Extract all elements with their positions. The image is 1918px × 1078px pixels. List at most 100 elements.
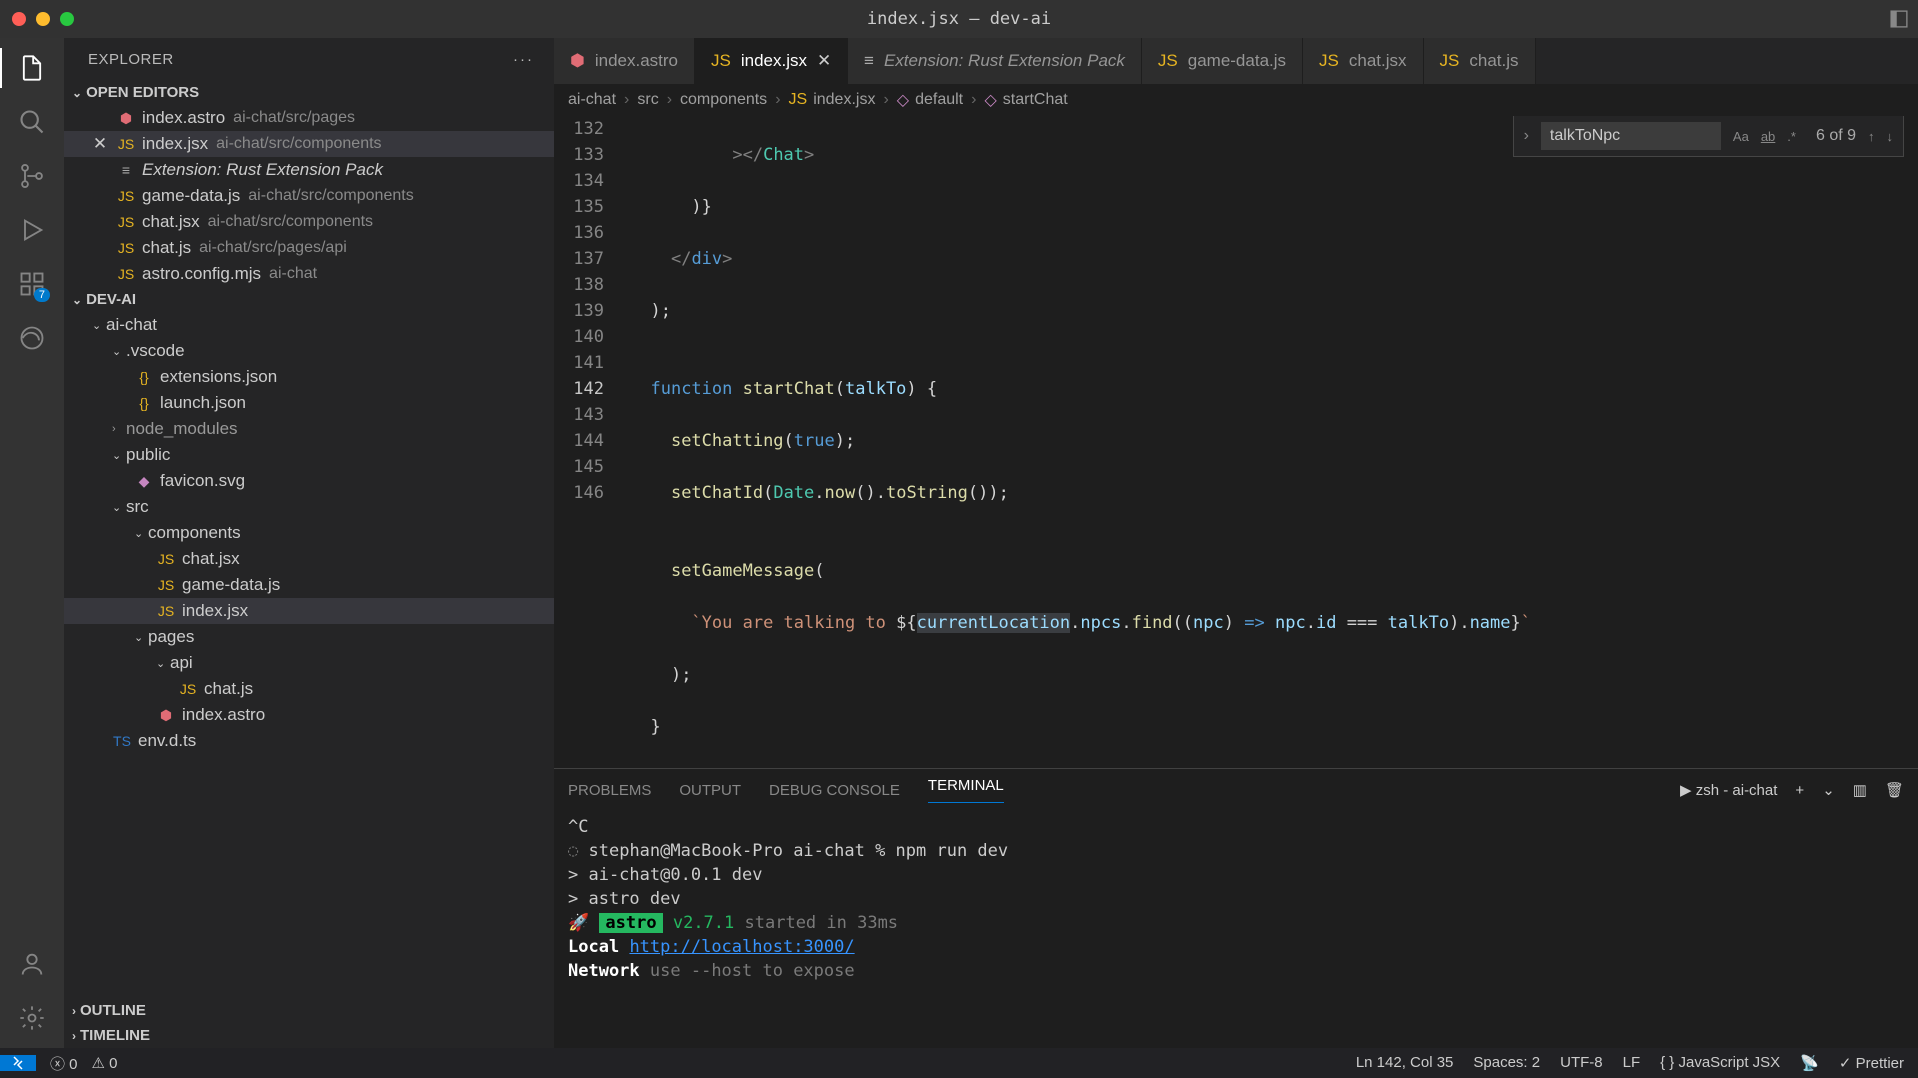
crumb[interactable]: src xyxy=(637,91,658,109)
terminal-dropdown-icon[interactable]: ⌄ xyxy=(1822,781,1835,799)
terminal-shell-picker[interactable]: ▶ zsh - ai-chat xyxy=(1680,781,1777,799)
open-editor-item[interactable]: ✕JSindex.jsxai-chat/src/components xyxy=(64,131,554,157)
crumb[interactable]: index.jsx xyxy=(813,91,875,109)
editor-tab[interactable]: JSindex.jsx✕ xyxy=(695,38,848,84)
local-label: Local xyxy=(568,937,619,957)
folder-item[interactable]: ⌄.vscode xyxy=(64,338,554,364)
folder-item[interactable]: ›node_modules xyxy=(64,416,554,442)
panel-tab-problems[interactable]: PROBLEMS xyxy=(568,782,651,799)
search-view-button[interactable] xyxy=(16,106,48,138)
sidebar-more-icon[interactable]: ··· xyxy=(513,51,534,68)
source-control-button[interactable] xyxy=(16,160,48,192)
tab-label: game-data.js xyxy=(1188,51,1286,71)
layout-controls[interactable] xyxy=(1890,10,1908,28)
editor-tab[interactable]: JSchat.jsx xyxy=(1303,38,1423,84)
open-editor-item[interactable]: JSchat.jsxai-chat/src/components xyxy=(64,209,554,235)
edge-tools-button[interactable] xyxy=(16,322,48,354)
editor-tabs: ⬢index.astro JSindex.jsx✕ ≡Extension: Ru… xyxy=(554,38,1918,84)
open-editor-item[interactable]: JSgame-data.jsai-chat/src/components xyxy=(64,183,554,209)
open-editor-item[interactable]: JSastro.config.mjsai-chat xyxy=(64,261,554,287)
editor-tab[interactable]: ≡Extension: Rust Extension Pack xyxy=(848,38,1142,84)
project-section[interactable]: ⌄DEV-AI xyxy=(64,287,554,312)
open-editor-item[interactable]: ⬢index.astroai-chat/src/pages xyxy=(64,105,554,131)
window-title: index.jsx — dev-ai xyxy=(867,9,1051,29)
run-debug-button[interactable] xyxy=(16,214,48,246)
crumb[interactable]: startChat xyxy=(1003,91,1068,109)
code-editor[interactable]: › Aa ab .* 6 of 9 ↑ ↓ 132133134135136137… xyxy=(554,116,1918,768)
window-controls xyxy=(12,12,74,26)
panel-tab-terminal[interactable]: TERMINAL xyxy=(928,777,1004,803)
open-editor-item[interactable]: JSchat.jsai-chat/src/pages/api xyxy=(64,235,554,261)
encoding[interactable]: UTF-8 xyxy=(1560,1054,1603,1072)
tab-label: index.astro xyxy=(595,51,678,71)
folder-item[interactable]: ⌄pages xyxy=(64,624,554,650)
terminal-line: > astro dev xyxy=(568,889,681,909)
outline-section[interactable]: ›OUTLINE xyxy=(64,998,554,1023)
status-warnings[interactable]: ⚠ 0 xyxy=(92,1054,118,1072)
open-editor-item[interactable]: ≡Extension: Rust Extension Pack xyxy=(64,157,554,183)
maximize-window-button[interactable] xyxy=(60,12,74,26)
file-path: ai-chat/src/pages/api xyxy=(199,239,347,257)
eol[interactable]: LF xyxy=(1623,1054,1641,1072)
breadcrumbs[interactable]: ai-chat› src› components› JS index.jsx› … xyxy=(554,84,1918,116)
split-terminal-icon[interactable]: ▥ xyxy=(1853,781,1867,799)
file-name: Extension: Rust Extension Pack xyxy=(142,160,383,180)
panel-tab-debug[interactable]: DEBUG CONSOLE xyxy=(769,782,900,799)
prettier-status[interactable]: ✓ Prettier xyxy=(1839,1054,1904,1072)
file-item[interactable]: {}launch.json xyxy=(64,390,554,416)
settings-button[interactable] xyxy=(16,1002,48,1034)
folder-item[interactable]: ⌄public xyxy=(64,442,554,468)
astro-badge: astro xyxy=(599,913,662,933)
titlebar: index.jsx — dev-ai xyxy=(0,0,1918,38)
panel-tab-output[interactable]: OUTPUT xyxy=(679,782,741,799)
close-tab-icon[interactable]: ✕ xyxy=(817,51,831,71)
file-item[interactable]: TSenv.d.ts xyxy=(64,728,554,754)
terminal-output[interactable]: ^C ◌ stephan@MacBook-Pro ai-chat % npm r… xyxy=(554,811,1918,1048)
folder-item[interactable]: ⌄ai-chat xyxy=(64,312,554,338)
file-item[interactable]: ◆favicon.svg xyxy=(64,468,554,494)
explorer-sidebar: EXPLORER ··· ⌄OPEN EDITORS ⬢index.astroa… xyxy=(64,38,554,1048)
astro-version: v2.7.1 xyxy=(673,913,734,933)
file-name: chat.js xyxy=(142,238,191,258)
extensions-button[interactable]: 7 xyxy=(16,268,48,300)
status-bar: ⓧ 0 ⚠ 0 Ln 142, Col 35 Spaces: 2 UTF-8 L… xyxy=(0,1048,1918,1078)
tab-label: index.jsx xyxy=(741,51,807,71)
editor-tab[interactable]: ⬢index.astro xyxy=(554,38,695,84)
local-url-link[interactable]: http://localhost:3000/ xyxy=(629,937,854,957)
file-item[interactable]: JSindex.jsx xyxy=(64,598,554,624)
file-path: ai-chat/src/components xyxy=(208,213,373,231)
file-item[interactable]: JSchat.js xyxy=(64,676,554,702)
editor-tab[interactable]: JSgame-data.js xyxy=(1142,38,1303,84)
kill-terminal-icon[interactable]: 🗑 xyxy=(1885,781,1904,799)
open-editors-section[interactable]: ⌄OPEN EDITORS xyxy=(64,80,554,105)
accounts-button[interactable] xyxy=(16,948,48,980)
cursor-position[interactable]: Ln 142, Col 35 xyxy=(1356,1054,1454,1072)
feedback-icon[interactable]: 📡 xyxy=(1800,1054,1819,1072)
tab-label: Extension: Rust Extension Pack xyxy=(884,51,1125,71)
folder-item[interactable]: ⌄components xyxy=(64,520,554,546)
extensions-badge: 7 xyxy=(34,288,50,302)
crumb[interactable]: components xyxy=(680,91,767,109)
code-content[interactable]: ></Chat> )} </div> ); function startChat… xyxy=(626,116,1918,768)
status-errors[interactable]: ⓧ 0 xyxy=(50,1053,78,1074)
crumb[interactable]: default xyxy=(915,91,963,109)
close-window-button[interactable] xyxy=(12,12,26,26)
editor-tab[interactable]: JSchat.js xyxy=(1424,38,1536,84)
explorer-view-button[interactable] xyxy=(16,52,48,84)
timeline-section[interactable]: ›TIMELINE xyxy=(64,1023,554,1048)
file-item[interactable]: {}extensions.json xyxy=(64,364,554,390)
project-label: DEV-AI xyxy=(86,291,136,308)
activity-bar: 7 xyxy=(0,38,64,1048)
new-terminal-icon[interactable]: + xyxy=(1795,782,1804,799)
crumb[interactable]: ai-chat xyxy=(568,91,616,109)
file-item[interactable]: JSgame-data.js xyxy=(64,572,554,598)
terminal-line: > ai-chat@0.0.1 dev xyxy=(568,865,762,885)
indentation[interactable]: Spaces: 2 xyxy=(1473,1054,1540,1072)
folder-item[interactable]: ⌄src xyxy=(64,494,554,520)
remote-indicator[interactable] xyxy=(0,1055,36,1071)
language-mode[interactable]: { } JavaScript JSX xyxy=(1660,1054,1780,1072)
minimize-window-button[interactable] xyxy=(36,12,50,26)
file-item[interactable]: JSchat.jsx xyxy=(64,546,554,572)
file-item[interactable]: ⬢index.astro xyxy=(64,702,554,728)
folder-item[interactable]: ⌄api xyxy=(64,650,554,676)
